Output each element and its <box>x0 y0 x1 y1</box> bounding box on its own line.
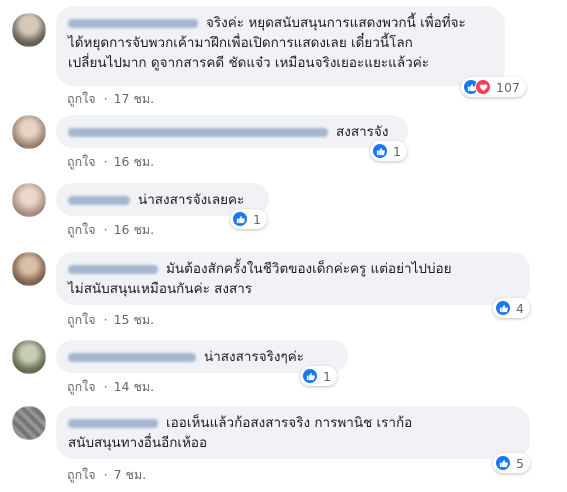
reaction-count: 5 <box>516 455 524 471</box>
author-name[interactable] <box>68 352 196 362</box>
avatar[interactable] <box>12 340 46 374</box>
timestamp[interactable]: 17 ชม. <box>114 91 155 106</box>
author-name[interactable] <box>68 18 198 28</box>
author-name[interactable] <box>68 418 158 428</box>
like-button[interactable]: ถูกใจ <box>67 222 96 237</box>
reaction-summary[interactable]: 5 <box>493 453 530 473</box>
love-icon <box>475 79 491 95</box>
avatar[interactable] <box>12 13 46 47</box>
timestamp[interactable]: 15 ชม. <box>114 312 155 327</box>
separator-dot: · <box>103 379 108 394</box>
separator-dot: · <box>103 467 108 482</box>
reaction-summary[interactable]: 107 <box>461 77 526 97</box>
comment-bubble: จริงค่ะ หยุดสนับสนุนการแสดงพวกนี้ เพื่อท… <box>56 6 505 86</box>
reaction-count: 1 <box>253 211 261 227</box>
like-button[interactable]: ถูกใจ <box>67 91 96 106</box>
reaction-count: 1 <box>393 143 401 159</box>
comment-bubble: มันต้องสักครั้งในชีวิตของเด็กค่ะครู แต่อ… <box>56 252 530 305</box>
avatar[interactable] <box>12 406 46 440</box>
reaction-summary[interactable]: 1 <box>370 141 407 161</box>
reaction-summary[interactable]: 4 <box>493 298 530 318</box>
avatar[interactable] <box>12 115 46 149</box>
comment-bubble: เออเห็นแล้วก้อสงสารจริง การพานิช เราก้อ … <box>56 406 530 459</box>
separator-dot: · <box>103 91 108 106</box>
avatar[interactable] <box>12 183 46 217</box>
separator-dot: · <box>103 312 108 327</box>
author-name[interactable] <box>68 264 158 274</box>
timestamp[interactable]: 16 ชม. <box>114 154 155 169</box>
comment-text: สงสารจัง <box>336 124 389 140</box>
avatar[interactable] <box>12 252 46 286</box>
like-button[interactable]: ถูกใจ <box>67 379 96 394</box>
like-button[interactable]: ถูกใจ <box>67 154 96 169</box>
author-name[interactable] <box>68 195 130 205</box>
like-button[interactable]: ถูกใจ <box>67 467 96 482</box>
reaction-count: 107 <box>496 79 520 95</box>
timestamp[interactable]: 16 ชม. <box>114 222 155 237</box>
separator-dot: · <box>103 222 108 237</box>
reaction-summary[interactable]: 1 <box>300 366 337 386</box>
like-button[interactable]: ถูกใจ <box>67 312 96 327</box>
timestamp[interactable]: 7 ชม. <box>114 467 147 482</box>
comment-actions: ถูกใจ · 17 ชม. <box>67 89 154 109</box>
comment-text: น่าสงสารจริงๆค่ะ <box>204 349 304 365</box>
reaction-count: 4 <box>516 300 524 316</box>
comment-actions: ถูกใจ · 14 ชม. <box>67 377 154 397</box>
author-name[interactable] <box>68 127 328 137</box>
comment-text: น่าสงสารจังเลยคะ <box>138 192 245 208</box>
like-icon <box>495 455 511 471</box>
comment-actions: ถูกใจ · 16 ชม. <box>67 220 154 240</box>
separator-dot: · <box>103 154 108 169</box>
like-icon <box>232 211 248 227</box>
comment-actions: ถูกใจ · 7 ชม. <box>67 465 146 485</box>
like-icon <box>495 300 511 316</box>
comment-bubble: สงสารจัง <box>56 115 408 148</box>
reaction-count: 1 <box>323 368 331 384</box>
like-icon <box>302 368 318 384</box>
comment-actions: ถูกใจ · 16 ชม. <box>67 152 154 172</box>
reaction-summary[interactable]: 1 <box>230 209 267 229</box>
like-icon <box>372 143 388 159</box>
timestamp[interactable]: 14 ชม. <box>114 379 155 394</box>
comment-actions: ถูกใจ · 15 ชม. <box>67 310 154 330</box>
